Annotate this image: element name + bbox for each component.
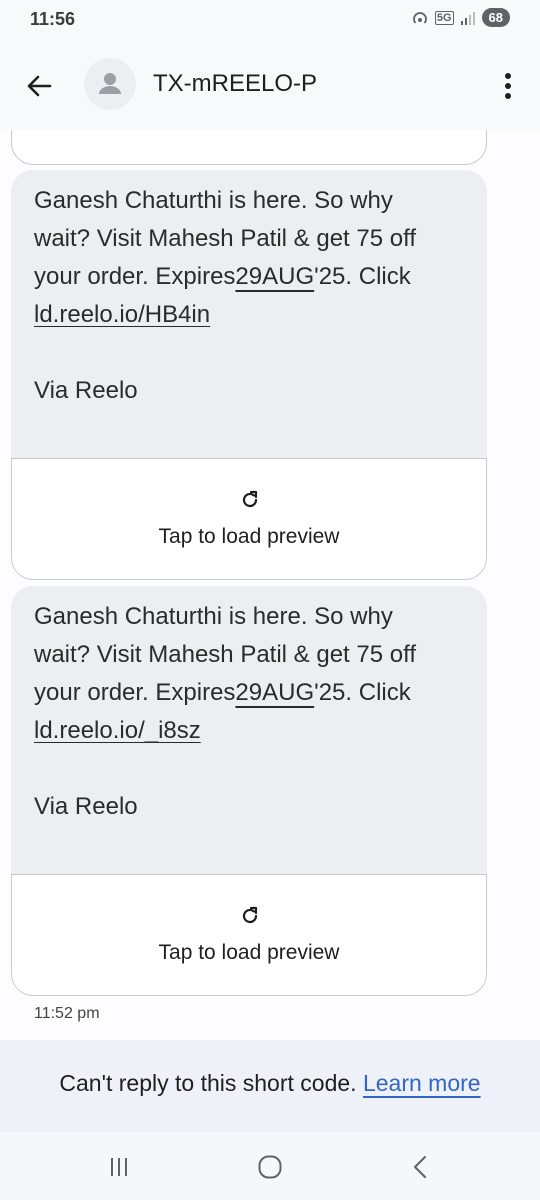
reload-icon [242,906,258,924]
reply-disabled-text: Can't reply to this short code. Learn mo… [0,1070,540,1097]
message-line: your order. Expires [34,263,236,290]
link-preview-card[interactable]: Tap to load preview [11,458,487,580]
home-icon[interactable] [255,1152,285,1182]
message-line: your order. Expires [34,679,236,706]
message-timestamp: 11:52 pm [34,1005,100,1022]
message-link[interactable]: ld.reelo.io/HB4in [34,301,210,328]
message-bubble[interactable]: Ganesh Chaturthi is here. So why wait? V… [11,170,487,580]
signal-icon [460,11,475,25]
message-line: Ganesh Chaturthi is here. So why [34,187,393,214]
recent-apps-icon[interactable] [104,1152,134,1182]
reply-disabled-message: Can't reply to this short code. [59,1070,357,1096]
learn-more-link[interactable]: Learn more [363,1070,481,1096]
load-preview-label[interactable]: Tap to load preview [12,941,486,965]
reload-icon [242,490,258,508]
back-arrow-icon[interactable] [22,68,58,104]
message-line: Ganesh Chaturthi is here. So why [34,603,393,630]
message-signature: Via Reelo [34,793,138,820]
message-date[interactable]: 29AUG [235,263,314,290]
app-bar: TX-mREELO-P [0,40,540,130]
link-preview-card[interactable]: Tap to load preview [11,874,487,996]
hotspot-icon [412,11,427,24]
status-icons: 5G 68 [411,8,510,27]
battery-icon: 68 [481,8,510,27]
previous-preview-card[interactable] [11,130,487,165]
message-line: '25. Click [314,679,411,706]
message-link[interactable]: ld.reelo.io/_i8sz [34,717,201,744]
message-line: '25. Click [314,263,411,290]
status-time: 11:56 [30,9,76,29]
more-vert-icon[interactable] [496,66,520,106]
status-bar: 11:56 5G 68 [0,0,540,40]
contact-avatar-icon[interactable] [84,58,136,110]
message-list[interactable]: Ganesh Chaturthi is here. So why wait? V… [0,130,540,1040]
load-preview-label[interactable]: Tap to load preview [12,525,486,549]
message-bubble[interactable]: Ganesh Chaturthi is here. So why wait? V… [11,586,487,996]
message-signature: Via Reelo [34,377,138,404]
message-text: Ganesh Chaturthi is here. So why wait? V… [11,170,487,410]
message-line: wait? Visit Mahesh Patil & get 75 off [34,225,416,252]
message-line: wait? Visit Mahesh Patil & get 75 off [34,641,416,668]
back-nav-icon[interactable] [406,1152,436,1182]
system-nav-bar [0,1132,540,1200]
conversation-title[interactable]: TX-mREELO-P [153,70,317,98]
message-text: Ganesh Chaturthi is here. So why wait? V… [11,586,487,826]
network-5g-icon: 5G [434,10,454,25]
message-date[interactable]: 29AUG [235,679,314,706]
reply-disabled-banner: Can't reply to this short code. Learn mo… [0,1040,540,1132]
